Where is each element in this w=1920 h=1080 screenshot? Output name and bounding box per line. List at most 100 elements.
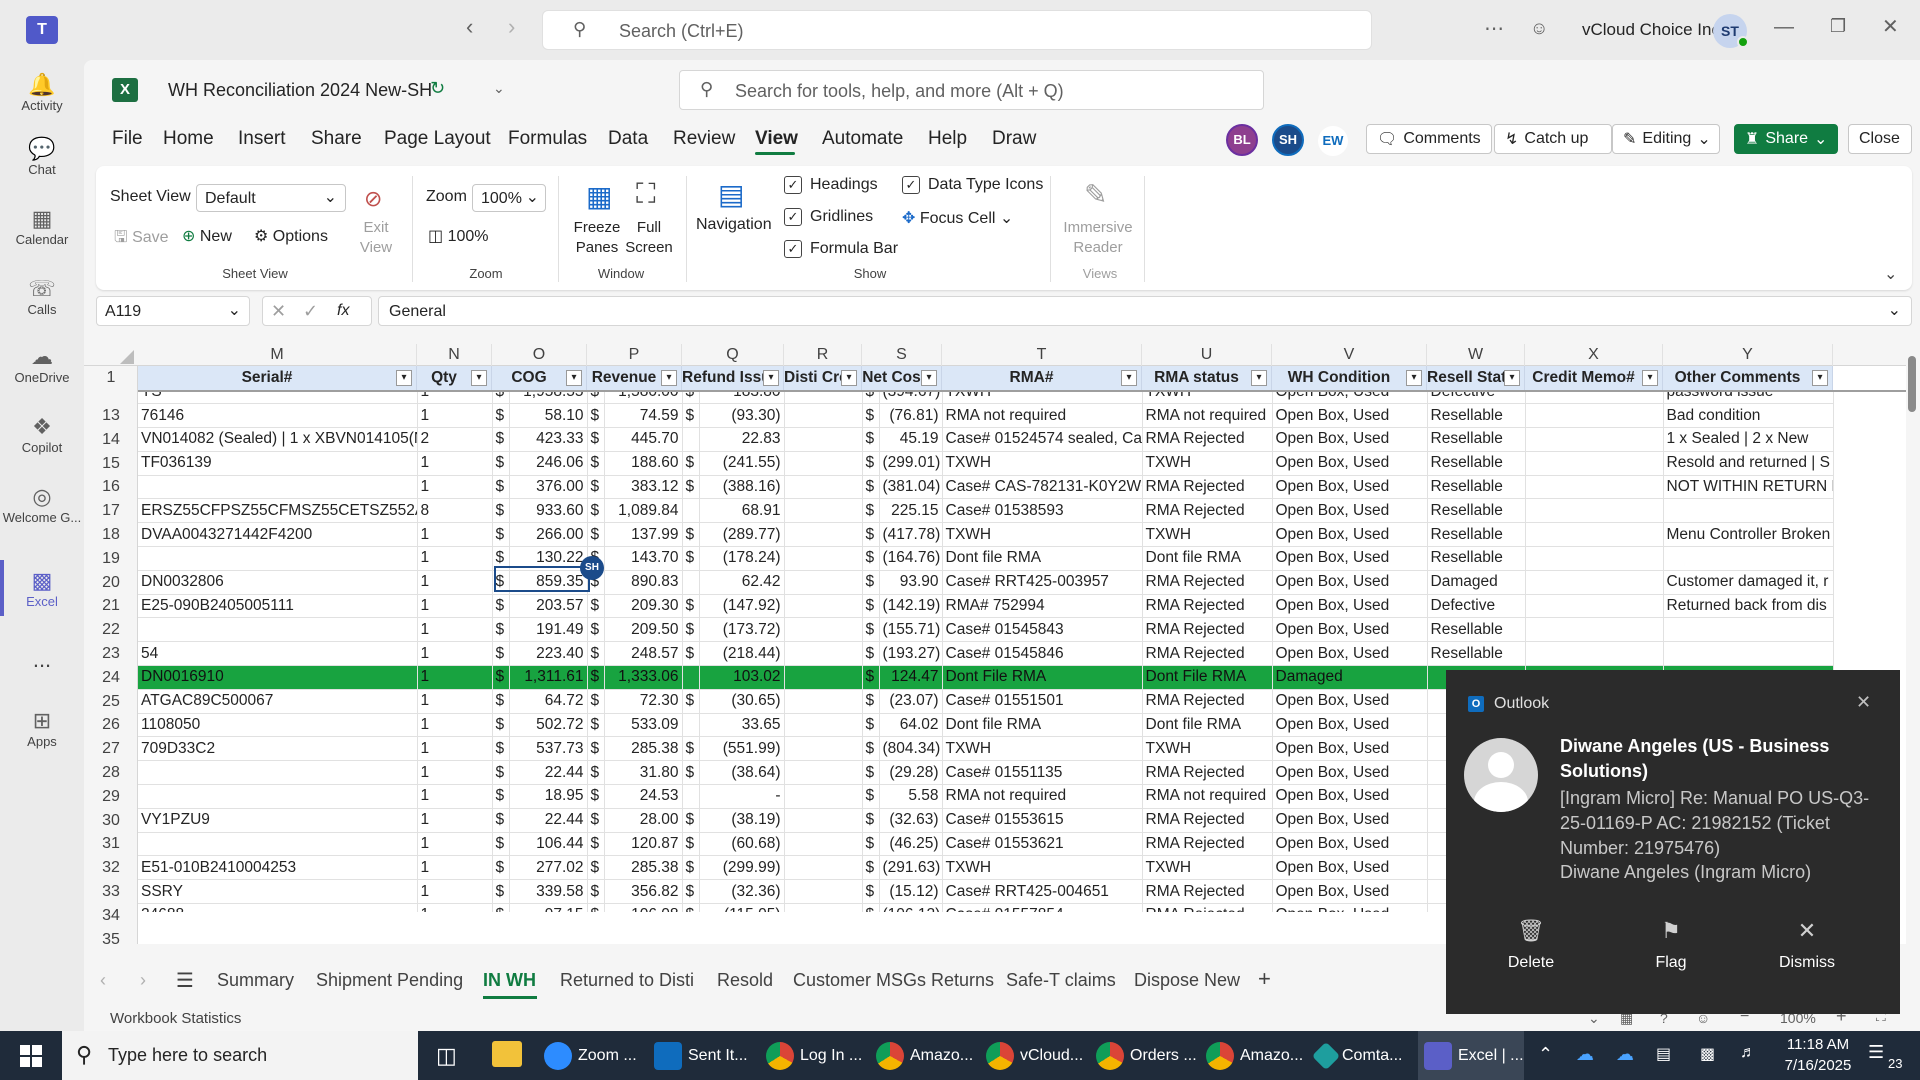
cell-net[interactable]: (291.63)	[879, 855, 943, 881]
rail-welcome[interactable]: ◎ Welcome G...	[0, 472, 84, 536]
cell-net[interactable]: (142.19)	[879, 594, 943, 619]
row-header[interactable]: 28	[84, 761, 138, 785]
row-header[interactable]: 25	[84, 690, 138, 714]
cell-wh[interactable]: Open Box, Used	[1272, 594, 1428, 619]
cell-net[interactable]: (76.81)	[879, 403, 943, 429]
cell-ref[interactable]: (173.72)	[699, 617, 785, 643]
sheet-tab[interactable]: Resold	[717, 970, 773, 991]
filter-dropdown-icon[interactable]: ▾	[471, 370, 487, 386]
freeze-panes-button[interactable]: Freeze Panes	[568, 218, 626, 258]
cell-st[interactable]: TXWH	[1142, 736, 1273, 762]
sheet-tab[interactable]: Summary	[217, 970, 294, 991]
currency-symbol[interactable]: $	[587, 879, 605, 905]
cell-cog[interactable]: 502.72	[509, 713, 588, 738]
full-screen-button[interactable]: Full Screen	[624, 218, 674, 258]
rail-calls[interactable]: ☏ Calls	[0, 264, 84, 328]
cell-qty[interactable]: 1	[417, 594, 493, 619]
exit-view-button[interactable]: Exit View	[356, 218, 396, 258]
empty-cell[interactable]	[784, 392, 863, 405]
cell-rev[interactable]: 248.57	[604, 641, 683, 667]
cell-cog[interactable]: 58.10	[509, 403, 588, 429]
cell-rma[interactable]: Dont file RMA	[942, 713, 1143, 738]
filter-dropdown-icon[interactable]: ▾	[1406, 370, 1422, 386]
empty-cell[interactable]	[784, 475, 863, 500]
cell-st[interactable]: TXWH	[1142, 522, 1273, 548]
currency-symbol[interactable]: $	[862, 594, 880, 619]
global-search-box[interactable]: ⚲ Search (Ctrl+E)	[542, 10, 1372, 50]
cell-rev[interactable]: 445.70	[604, 427, 683, 452]
column-letter[interactable]: N	[417, 344, 492, 366]
cell-wh[interactable]: Open Box, Used	[1272, 475, 1428, 500]
row-header[interactable]: 35	[84, 928, 138, 944]
cell-cog[interactable]: 223.40	[509, 641, 588, 667]
row-header[interactable]: 33	[84, 880, 138, 904]
save-view-button[interactable]: 🖫 Save	[114, 226, 169, 253]
toast-close-icon[interactable]: ✕	[1856, 692, 1871, 713]
cell-m[interactable]: ERSZ55CFPSZ55CFMSZ55CETSZ552AKSZ5	[138, 498, 418, 524]
cell-cog[interactable]: 22.44	[509, 808, 588, 833]
cell-rev[interactable]: 31.80	[604, 760, 683, 786]
cell-oc[interactable]: Customer damaged it, r	[1663, 570, 1834, 595]
cell-m[interactable]	[138, 546, 418, 571]
cell-qty[interactable]: 1	[417, 392, 493, 405]
table-row[interactable]: TF036139 1 $246.06 $188.60 $ (241.55) $ (299.01…	[138, 451, 1834, 476]
currency-symbol[interactable]: $	[492, 855, 510, 881]
cell-net[interactable]: (46.25)	[879, 832, 943, 857]
cell-rma[interactable]: Dont File RMA	[942, 665, 1143, 690]
empty-cell[interactable]	[784, 736, 863, 762]
tab-formulas[interactable]: Formulas	[508, 128, 587, 150]
cell-cog[interactable]: 933.60	[509, 498, 588, 524]
currency-symbol[interactable]: $	[587, 522, 605, 548]
tab-data[interactable]: Data	[608, 128, 648, 150]
column-letter[interactable]: Q	[682, 344, 784, 366]
cell-rma[interactable]: Case# 01545843	[942, 617, 1143, 643]
currency-symbol[interactable]: $	[587, 760, 605, 786]
cell-st[interactable]: RMA Rejected	[1142, 475, 1273, 500]
currency-symbol[interactable]: $	[587, 617, 605, 643]
cell-rma[interactable]: TXWH	[942, 522, 1143, 548]
cell-cog[interactable]: 423.33	[509, 427, 588, 452]
cell-rs[interactable]: Resellable	[1427, 546, 1526, 571]
tab-help[interactable]: Help	[928, 128, 967, 150]
add-sheet-icon[interactable]: +	[1258, 966, 1271, 992]
cell-m[interactable]: DN0016910	[138, 665, 418, 690]
vertical-scroll-thumb[interactable]	[1908, 356, 1916, 412]
currency-symbol[interactable]: $	[862, 689, 880, 714]
empty-cell[interactable]	[784, 808, 863, 833]
currency-symbol[interactable]: $	[682, 689, 700, 714]
currency-symbol[interactable]: $	[587, 903, 605, 912]
cell-qty[interactable]: 1	[417, 903, 493, 912]
cell-rs[interactable]: Defective	[1427, 392, 1526, 405]
windows-start-icon[interactable]	[20, 1045, 42, 1067]
cell-ref[interactable]: (218.44)	[699, 641, 785, 667]
battery-icon[interactable]: ▤	[1656, 1044, 1671, 1064]
currency-symbol[interactable]: $	[492, 760, 510, 786]
cell-rev[interactable]: 285.38	[604, 855, 683, 881]
table-row[interactable]: DVAA0043271442F4200 1 $266.00 $137.99 $ (289.…	[138, 522, 1834, 548]
taskbar-app-chrome[interactable]: Amazo...	[1206, 1036, 1303, 1076]
empty-cell[interactable]	[784, 641, 863, 667]
cell-ref[interactable]: 103.02	[699, 665, 785, 690]
cell-wh[interactable]: Open Box, Used	[1272, 879, 1428, 905]
cell-ref[interactable]: 22.83	[699, 427, 785, 452]
cell-net[interactable]: (164.76)	[879, 546, 943, 571]
empty-cell[interactable]	[784, 665, 863, 690]
cell-st[interactable]: RMA Rejected	[1142, 594, 1273, 619]
cell-cog[interactable]: 191.49	[509, 617, 588, 643]
currency-symbol[interactable]: $	[682, 808, 700, 833]
currency-symbol[interactable]: $	[682, 451, 700, 476]
ribbon-collapse-icon[interactable]: ⌄	[1884, 264, 1897, 284]
cell-net[interactable]: (106.12)	[879, 903, 943, 912]
workbook-statistics[interactable]: Workbook Statistics	[110, 1010, 241, 1027]
toast-delete-button[interactable]: 🗑 Delete	[1476, 918, 1586, 972]
cell-cm[interactable]	[1525, 392, 1664, 405]
rail-copilot[interactable]: ❖ Copilot	[0, 402, 84, 466]
cell-cm[interactable]	[1525, 498, 1664, 524]
tab-view[interactable]: View	[755, 128, 798, 150]
row-header[interactable]: 24	[84, 666, 138, 690]
empty-cell[interactable]	[784, 760, 863, 786]
row-header[interactable]: 17	[84, 499, 138, 523]
cell-net[interactable]: (15.12)	[879, 879, 943, 905]
currency-symbol[interactable]: $	[862, 713, 880, 738]
cell-wh[interactable]: Open Box, Used	[1272, 403, 1428, 429]
